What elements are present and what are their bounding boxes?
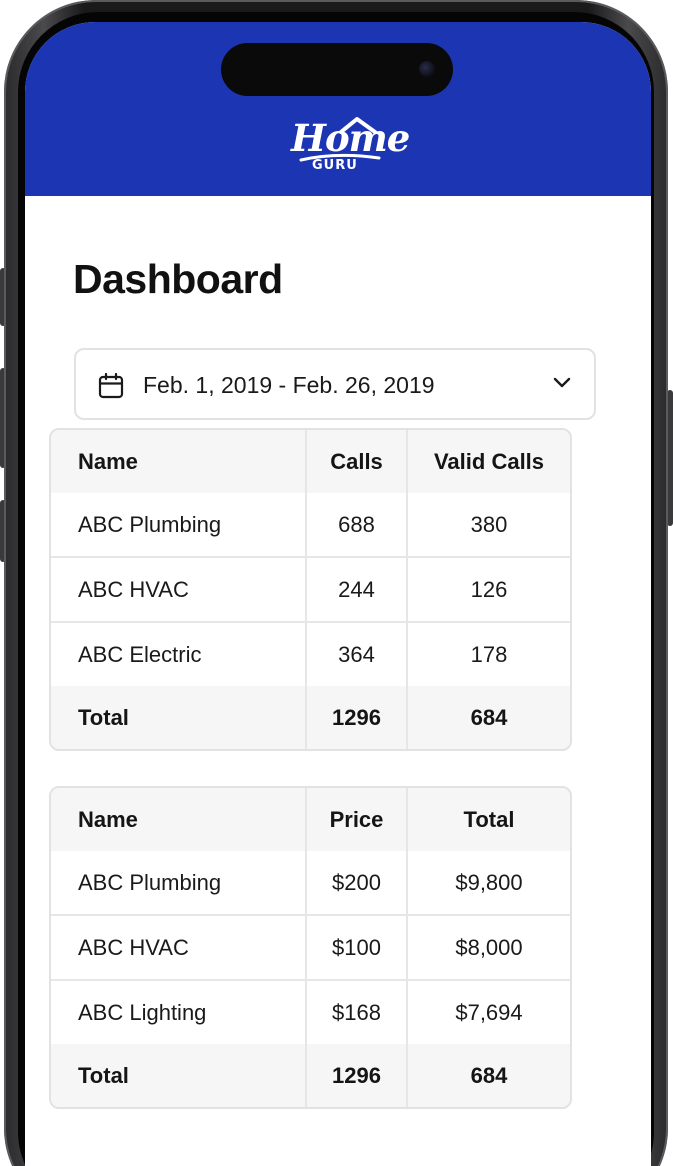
row-calls: 364 (307, 623, 408, 686)
total-valid-calls: 684 (408, 686, 570, 749)
logo-wordmark: Home (291, 116, 410, 160)
calendar-icon (98, 373, 124, 399)
page-title: Dashboard (73, 256, 283, 302)
table-header-row: Name Calls Valid Calls (51, 430, 570, 493)
row-name: ABC Lighting (51, 981, 307, 1044)
row-calls: 688 (307, 493, 408, 558)
camera-icon (419, 61, 435, 77)
row-valid-calls: 126 (408, 558, 570, 623)
row-calls: 244 (307, 558, 408, 623)
table-row[interactable]: ABC HVAC 244 126 (51, 558, 570, 623)
row-valid-calls: 380 (408, 493, 570, 558)
row-valid-calls: 178 (470, 641, 508, 667)
table-row[interactable]: ABC Plumbing $200 $9,800 (51, 851, 570, 916)
row-price: $200 (307, 851, 408, 916)
row-name: ABC Plumbing (51, 493, 307, 558)
app-stage: Home GURU Dashboard Feb. 1, 2019 - Feb. … (0, 0, 673, 1166)
column-header-calls[interactable]: Calls (307, 430, 408, 493)
logo-subtitle: GURU (312, 158, 358, 173)
row-total: $8,000 (408, 916, 570, 981)
column-header-name[interactable]: Name (51, 430, 307, 493)
table-row[interactable]: ABC Lighting $168 $7,694 (51, 981, 570, 1044)
column-header-name[interactable]: Name (51, 788, 307, 851)
table-total-row: Total 1296 684 (51, 1044, 570, 1107)
table-total-row: Total 1296 684 (51, 686, 570, 749)
table-row[interactable]: ABC Plumbing 688 380 (51, 493, 570, 558)
column-header-total[interactable]: Total (408, 788, 570, 851)
dynamic-island (221, 43, 453, 96)
chevron-down-icon (553, 377, 571, 388)
row-name: ABC HVAC (51, 916, 307, 981)
row-price: $168 (307, 981, 408, 1044)
total-price: 1296 (307, 1044, 408, 1107)
table-row[interactable]: ABC HVAC $100 $8,000 (51, 916, 570, 981)
row-total: $7,694 (455, 999, 523, 1025)
total-amount: 684 (408, 1044, 570, 1107)
total-label: Total (51, 686, 307, 749)
column-header-valid-calls[interactable]: Valid Calls (408, 430, 570, 493)
total-label: Total (51, 1044, 307, 1107)
date-range-value: Feb. 1, 2019 - Feb. 26, 2019 (143, 372, 435, 398)
row-total: $9,800 (408, 851, 570, 916)
row-name: ABC Plumbing (51, 851, 307, 916)
table-header-row: Name Price Total (51, 788, 570, 851)
calls-table: Name Calls Valid Calls ABC Plumbing 688 … (49, 428, 572, 751)
app-header: Home GURU (25, 22, 651, 196)
date-range-select[interactable]: Feb. 1, 2019 - Feb. 26, 2019 (74, 348, 596, 420)
row-name: ABC HVAC (51, 558, 307, 623)
brand-logo[interactable]: Home GURU (287, 114, 410, 180)
column-header-price[interactable]: Price (307, 788, 408, 851)
total-calls: 1296 (307, 686, 408, 749)
row-name: ABC Electric (51, 623, 307, 686)
table-row[interactable]: ABC Electric 364 178 (51, 623, 570, 686)
sales-table: Name Price Total ABC Plumbing $200 $9,80… (49, 786, 572, 1109)
row-price: $100 (307, 916, 408, 981)
